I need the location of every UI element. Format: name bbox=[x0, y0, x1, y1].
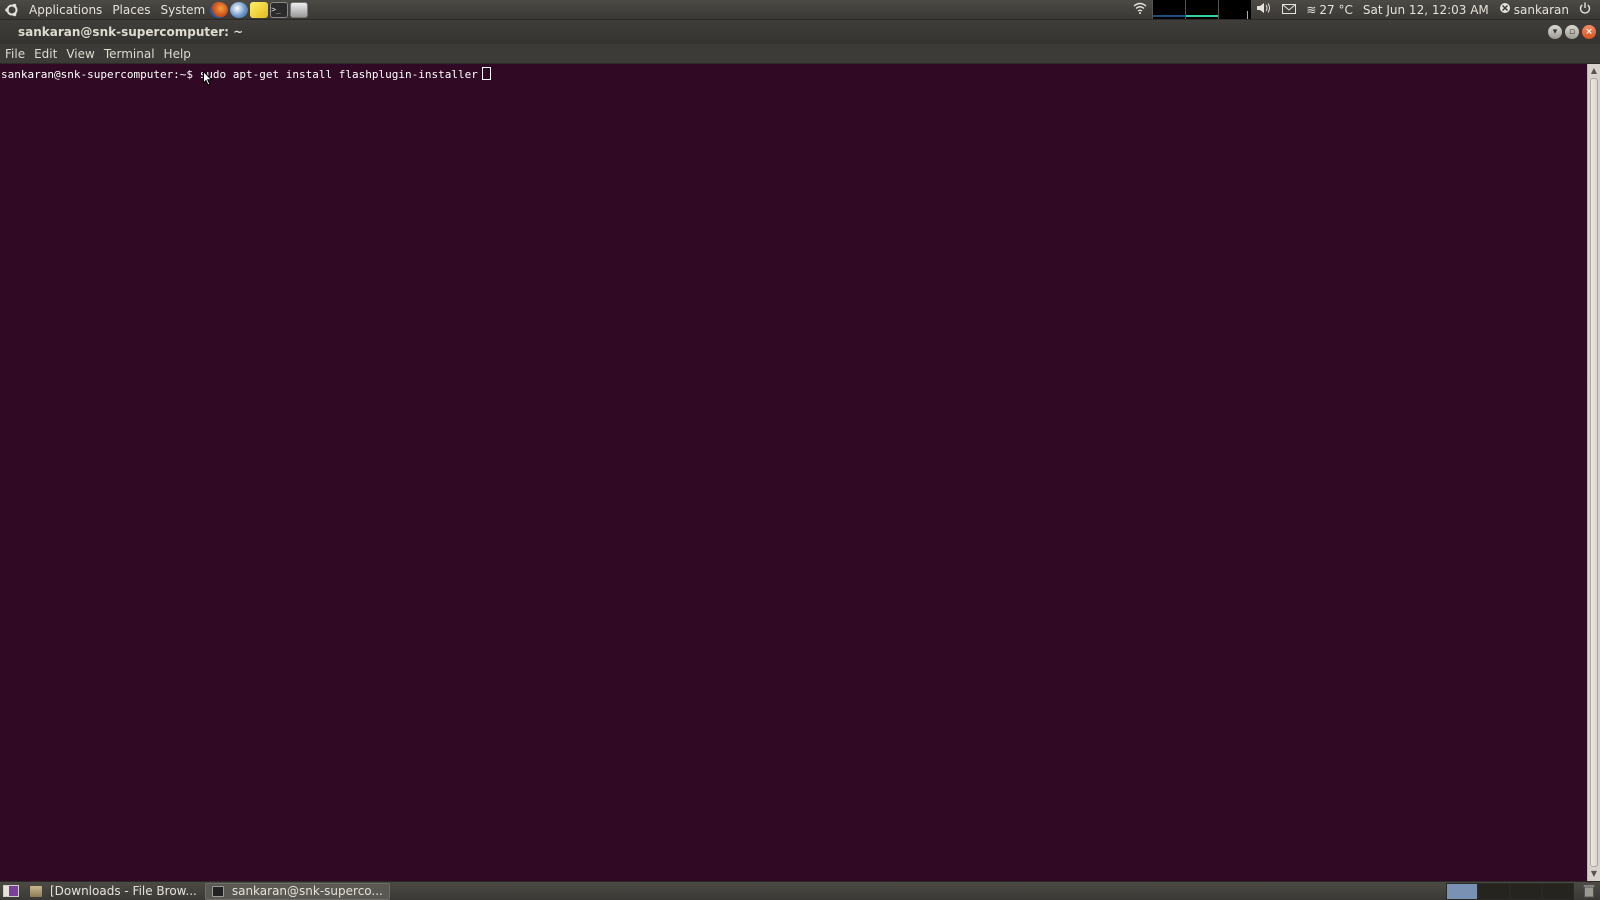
trash-icon[interactable] bbox=[1578, 883, 1600, 900]
terminal-menu[interactable]: Terminal bbox=[99, 44, 159, 64]
places-menu[interactable]: Places bbox=[107, 0, 155, 20]
terminal-icon[interactable]: >_ bbox=[270, 1, 289, 18]
system-menu[interactable]: System bbox=[155, 0, 210, 20]
power-icon[interactable] bbox=[1579, 0, 1591, 20]
mouse-pointer-icon bbox=[203, 70, 213, 89]
workspace-4[interactable] bbox=[1542, 882, 1574, 900]
text-cursor bbox=[481, 67, 491, 80]
terminal-output[interactable]: sankaran@snk-supercomputer:~$ sudo apt-g… bbox=[0, 64, 1587, 881]
taskbar-item-terminal[interactable]: sankaran@snk-superco... bbox=[204, 882, 390, 900]
notes-icon[interactable] bbox=[250, 1, 269, 18]
bottom-panel: [Downloads - File Brow... sankaran@snk-s… bbox=[0, 881, 1600, 900]
volume-icon[interactable] bbox=[1256, 0, 1272, 20]
shell-prompt: sankaran@snk-supercomputer:~$ bbox=[1, 68, 200, 81]
weather-icon: ≋ bbox=[1306, 2, 1317, 17]
window-titlebar[interactable]: sankaran@snk-supercomputer: ~ ▾ ▫ × bbox=[0, 20, 1600, 44]
user-status-icon bbox=[1499, 0, 1511, 20]
screenshot-icon[interactable] bbox=[290, 1, 309, 18]
file-menu[interactable]: File bbox=[0, 44, 29, 64]
show-desktop-icon[interactable] bbox=[0, 883, 22, 900]
terminal-scrollbar[interactable]: ▲ ▼ bbox=[1587, 64, 1600, 881]
terminal-window: sankaran@snk-supercomputer: ~ ▾ ▫ × File… bbox=[0, 20, 1600, 881]
ubuntu-logo-icon[interactable] bbox=[4, 2, 20, 18]
terminal-icon bbox=[211, 885, 224, 897]
memory-monitor-graph[interactable] bbox=[1185, 0, 1219, 19]
applications-menu[interactable]: Applications bbox=[24, 0, 107, 20]
workspace-2[interactable] bbox=[1478, 882, 1510, 900]
taskbar-item-file-browser[interactable]: [Downloads - File Brow... bbox=[24, 883, 203, 900]
web-browser-icon[interactable] bbox=[230, 1, 249, 18]
user-menu[interactable]: sankaran bbox=[1514, 0, 1569, 20]
firefox-icon[interactable] bbox=[210, 1, 229, 18]
mail-icon[interactable] bbox=[1282, 0, 1297, 20]
scroll-up-icon[interactable]: ▲ bbox=[1590, 66, 1598, 76]
network-monitor-graph[interactable] bbox=[1218, 0, 1252, 19]
help-menu[interactable]: Help bbox=[159, 44, 195, 64]
taskbar-item-label: [Downloads - File Brow... bbox=[50, 884, 197, 898]
minimize-button[interactable]: ▾ bbox=[1548, 25, 1562, 39]
workspace-3[interactable] bbox=[1510, 882, 1542, 900]
folder-icon bbox=[30, 885, 42, 897]
wifi-icon[interactable] bbox=[1133, 0, 1147, 20]
maximize-button[interactable]: ▫ bbox=[1565, 25, 1579, 39]
scrollbar-thumb[interactable] bbox=[1590, 78, 1598, 867]
cpu-monitor-graph[interactable] bbox=[1152, 0, 1186, 19]
view-menu[interactable]: View bbox=[61, 44, 98, 64]
clock[interactable]: Sat Jun 12, 12:03 AM bbox=[1363, 0, 1489, 20]
window-title: sankaran@snk-supercomputer: ~ bbox=[18, 25, 244, 39]
command-text: sudo apt-get install flashplugin-install… bbox=[199, 68, 478, 81]
taskbar-item-label: sankaran@snk-superco... bbox=[231, 884, 383, 898]
close-button[interactable]: × bbox=[1582, 25, 1596, 39]
top-panel: Applications Places System >_ ≋ 27 °C Sa… bbox=[0, 0, 1600, 20]
workspace-1[interactable] bbox=[1446, 882, 1478, 900]
workspace-switcher bbox=[1446, 882, 1574, 900]
scroll-down-icon[interactable]: ▼ bbox=[1590, 869, 1598, 879]
edit-menu[interactable]: Edit bbox=[29, 44, 61, 64]
temperature-label[interactable]: 27 °C bbox=[1319, 0, 1352, 20]
terminal-menubar: File Edit View Terminal Help bbox=[0, 44, 1600, 64]
